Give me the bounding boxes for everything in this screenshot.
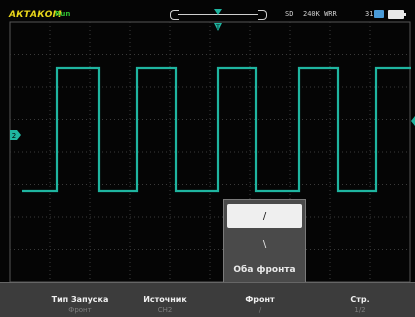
channel-2-trace [22,66,411,193]
trigger-edge-menu: / \ Оба фронта [223,199,306,284]
softkey-bar: Тип Запуска Фронт Источник CH2 Фронт / С… [0,282,415,317]
softkey-source-value: CH2 [157,306,173,314]
softkey-edge-value: / [258,306,262,314]
svg-text:T: T [215,24,220,31]
edge-option-both[interactable]: Оба фронта [227,258,302,282]
softkey-trigger-type-value: Фронт [68,306,92,314]
rising-edge-icon: / [262,210,267,222]
oscilloscope-screen: АКТАКОМ Run SD 240K WRR 31 T 2 / \ Оба ф… [0,0,415,317]
softkey-page-value: 1/2 [354,306,366,314]
trigger-level-marker [411,116,415,126]
softkey-trigger-type[interactable]: Тип Запуска Фронт [40,283,120,317]
softkey-source-label: Источник [143,295,187,304]
svg-text:2: 2 [12,132,16,140]
softkey-page[interactable]: Стр. 1/2 [325,283,395,317]
softkey-source[interactable]: Источник CH2 [130,283,200,317]
softkey-edge-label: Фронт [245,295,275,304]
trigger-position-marker: T [214,9,222,31]
graticule [9,21,411,283]
softkey-trigger-type-label: Тип Запуска [51,295,109,304]
softkey-edge[interactable]: Фронт / [225,283,295,317]
softkey-page-label: Стр. [350,295,370,304]
edge-option-rising[interactable]: / [227,204,302,228]
waveform-display: T 2 [9,9,415,283]
channel-2-marker: 2 [10,130,21,140]
edge-option-falling[interactable]: \ [227,232,302,256]
falling-edge-icon: \ [262,238,267,250]
